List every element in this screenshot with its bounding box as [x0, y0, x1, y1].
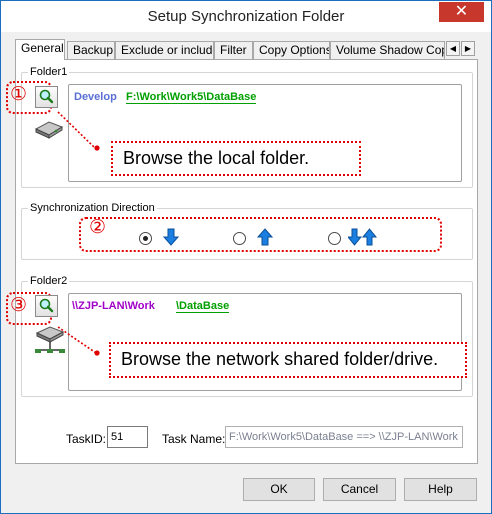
radio-selected-dot	[143, 236, 148, 241]
ok-button[interactable]: OK	[243, 478, 315, 501]
tab-strip: General Backup Exclude or include Filter…	[15, 39, 485, 60]
arrow-down-icon	[163, 228, 179, 246]
folder2-label: Folder2	[28, 274, 70, 288]
window-title: Setup Synchronization Folder	[147, 8, 345, 25]
direction-label: Synchronization Direction	[28, 201, 157, 215]
folder2-callout: Browse the network shared folder/drive.	[109, 342, 467, 378]
arrow-up-icon	[257, 228, 273, 246]
folder1-device-name: Develop	[74, 91, 117, 103]
tab-volume-shadow-copy[interactable]: Volume Shadow Copy	[330, 41, 445, 59]
close-button[interactable]: ✕	[439, 2, 484, 22]
folder1-browse-button[interactable]	[35, 86, 58, 108]
tab-filter[interactable]: Filter	[214, 41, 253, 59]
direction-radio-up[interactable]	[233, 232, 246, 245]
folder1-callout: Browse the local folder.	[111, 141, 361, 176]
folder1-marker: ①	[10, 84, 28, 105]
tab-copy-options[interactable]: Copy Options	[253, 41, 330, 59]
task-name-input[interactable]: F:\Work\Work5\DataBase ==> \\ZJP-LAN\Wor…	[225, 426, 463, 448]
tab-general[interactable]: General	[15, 39, 65, 60]
dialog-window: Setup Synchronization Folder ✕ General B…	[0, 0, 492, 514]
cancel-button[interactable]: Cancel	[323, 478, 396, 501]
folder2-callout-connector	[57, 326, 100, 356]
direction-marker: ②	[89, 217, 107, 238]
task-id-input[interactable]: 51	[107, 426, 148, 448]
title-bar: Setup Synchronization Folder ✕	[1, 1, 491, 32]
arrow-both-icon	[348, 228, 378, 246]
search-icon	[39, 298, 54, 313]
folder2-browse-button[interactable]	[35, 295, 58, 317]
tab-scroll-right-icon[interactable]: ▶	[461, 41, 475, 56]
task-id-label: TaskID:	[66, 432, 107, 446]
tab-exclude-or-include[interactable]: Exclude or include	[115, 41, 214, 59]
folder1-label: Folder1	[28, 65, 70, 79]
task-name-label: Task Name:	[162, 432, 226, 446]
folder2-network-name: \\ZJP-LAN\Work	[72, 300, 155, 312]
tab-backup[interactable]: Backup	[67, 41, 115, 59]
tab-scroll-left-icon[interactable]: ◀	[446, 41, 460, 56]
search-icon	[39, 89, 54, 104]
direction-radio-down[interactable]	[139, 232, 152, 245]
folder1-callout-connector	[57, 111, 100, 151]
folder2-path-value: \DataBase	[176, 300, 230, 313]
folder1-path-value: F:\Work\Work5\DataBase	[126, 91, 257, 104]
direction-radio-both[interactable]	[328, 232, 341, 245]
help-button[interactable]: Help	[404, 478, 477, 501]
general-panel: Folder1 Develop F:\Work\Work5\DataBase ①…	[6, 59, 478, 464]
folder2-marker: ③	[10, 295, 28, 316]
